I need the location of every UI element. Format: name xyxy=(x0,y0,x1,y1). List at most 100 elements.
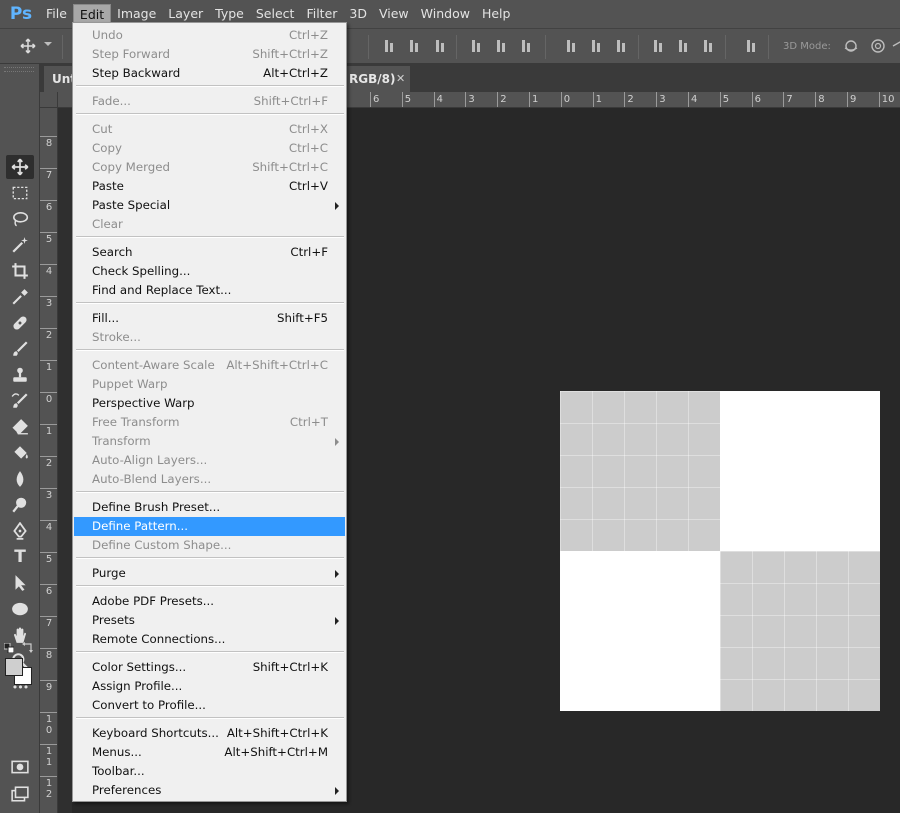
menu-item-step-backward[interactable]: Step Backward Alt+Ctrl+Z xyxy=(74,64,345,83)
align-left-icon[interactable] xyxy=(470,40,484,54)
menu-item-remote-connections[interactable]: Remote Connections... xyxy=(74,630,345,649)
menu-item-perspective-warp[interactable]: Perspective Warp xyxy=(74,394,345,413)
crop-tool-icon[interactable] xyxy=(6,259,34,283)
align-middle-icon[interactable] xyxy=(408,40,422,54)
menu-help[interactable]: Help xyxy=(476,4,517,24)
distribute-middle-icon[interactable] xyxy=(590,40,604,54)
ruler-tick-label: 6 xyxy=(370,92,379,107)
swap-colors-icon[interactable] xyxy=(22,641,34,653)
menu-window[interactable]: Window xyxy=(415,4,476,24)
menu-item-presets[interactable]: Presets xyxy=(74,611,345,630)
menu-item-adobe-pdf-presets[interactable]: Adobe PDF Presets... xyxy=(74,592,345,611)
menu-item-assign-profile[interactable]: Assign Profile... xyxy=(74,677,345,696)
menu-item-paste[interactable]: Paste Ctrl+V xyxy=(74,177,345,196)
chevron-down-icon[interactable] xyxy=(44,42,52,46)
clone-stamp-tool-icon[interactable] xyxy=(6,363,34,387)
distribute-left-icon[interactable] xyxy=(652,40,666,54)
align-center-icon[interactable] xyxy=(495,40,509,54)
align-right-icon[interactable] xyxy=(520,40,534,54)
ruler-tick-label: 0 xyxy=(560,92,570,107)
menu-item-check-spelling[interactable]: Check Spelling... xyxy=(74,262,345,281)
ruler-tick-label: 4 xyxy=(688,92,697,107)
marquee-tool-icon[interactable] xyxy=(6,181,34,205)
distribute-bottom-icon[interactable] xyxy=(615,40,629,54)
eraser-tool-icon[interactable] xyxy=(6,415,34,439)
3d-orbit-icon[interactable] xyxy=(843,38,859,54)
menu-item-menus[interactable]: Menus... Alt+Shift+Ctrl+M xyxy=(74,743,345,762)
align-top-icon[interactable] xyxy=(383,40,397,54)
menu-type[interactable]: Type xyxy=(209,4,250,24)
menu-item-find-and-replace-text[interactable]: Find and Replace Text... xyxy=(74,281,345,300)
distribute-right-icon[interactable] xyxy=(702,40,716,54)
ruler-tick-label: 10 xyxy=(878,92,895,107)
menu-image[interactable]: Image xyxy=(111,4,162,24)
menu-item-preferences[interactable]: Preferences xyxy=(74,781,345,800)
menu-item-purge[interactable]: Purge xyxy=(74,564,345,583)
ruler-tick-label: 7 xyxy=(783,92,793,107)
screen-mode-icon[interactable] xyxy=(6,782,34,806)
pen-tool-icon[interactable] xyxy=(6,519,34,543)
history-brush-tool-icon[interactable] xyxy=(6,389,34,413)
document-canvas[interactable] xyxy=(560,391,880,711)
ruler-origin[interactable] xyxy=(40,92,58,108)
menu-separator xyxy=(76,585,344,587)
menu-separator xyxy=(76,85,344,87)
menu-item-search[interactable]: Search Ctrl+F xyxy=(74,243,345,262)
dodge-tool-icon[interactable] xyxy=(6,493,34,517)
menu-item-shortcut: Shift+F5 xyxy=(277,311,328,325)
move-tool-icon[interactable] xyxy=(6,155,34,179)
menu-view[interactable]: View xyxy=(373,4,415,24)
eyedropper-tool-icon[interactable] xyxy=(6,285,34,309)
tools-panel: T ••• xyxy=(0,64,40,813)
menu-item-label: Preferences xyxy=(92,783,162,797)
options-separator xyxy=(638,35,639,59)
menu-item-label: Menus... xyxy=(92,745,142,759)
lasso-tool-icon[interactable] xyxy=(6,207,34,231)
menu-item-convert-to-profile[interactable]: Convert to Profile... xyxy=(74,696,345,715)
brush-tool-icon[interactable] xyxy=(6,337,34,361)
close-icon[interactable]: ✕ xyxy=(396,66,405,92)
menu-item-label: Step Forward xyxy=(92,47,171,61)
path-selection-tool-icon[interactable] xyxy=(6,571,34,595)
quick-mask-icon[interactable] xyxy=(6,755,34,779)
distribute-center-icon[interactable] xyxy=(677,40,691,54)
menu-select[interactable]: Select xyxy=(250,4,301,24)
options-separator xyxy=(545,35,546,59)
menu-item-define-pattern[interactable]: Define Pattern... xyxy=(74,517,345,536)
ruler-tick-label: 1 1 xyxy=(40,744,57,768)
3d-pan-icon[interactable] xyxy=(892,38,900,54)
menu-item-copy: Copy Ctrl+C xyxy=(74,139,345,158)
menu-item-shortcut: Shift+Ctrl+F xyxy=(253,94,328,108)
default-colors-icon[interactable] xyxy=(3,642,15,654)
menu-item-paste-special[interactable]: Paste Special xyxy=(74,196,345,215)
menu-item-color-settings[interactable]: Color Settings... Shift+Ctrl+K xyxy=(74,658,345,677)
vertical-ruler[interactable]: 8765432101234567891 01 11 2 xyxy=(40,108,58,813)
blur-tool-icon[interactable] xyxy=(6,467,34,491)
menu-edit[interactable]: Edit xyxy=(72,4,112,24)
menu-3d[interactable]: 3D xyxy=(343,4,373,24)
menu-item-shortcut: Alt+Shift+Ctrl+C xyxy=(226,358,328,372)
menu-item-keyboard-shortcuts[interactable]: Keyboard Shortcuts... Alt+Shift+Ctrl+K xyxy=(74,724,345,743)
menu-item-define-brush-preset[interactable]: Define Brush Preset... xyxy=(74,498,345,517)
healing-brush-tool-icon[interactable] xyxy=(6,311,34,335)
menu-file[interactable]: File xyxy=(40,4,73,24)
options-separator xyxy=(62,35,63,59)
menu-separator xyxy=(76,113,344,115)
auto-align-icon[interactable] xyxy=(745,40,759,54)
foreground-color-swatch[interactable] xyxy=(5,658,23,676)
3d-roll-icon[interactable] xyxy=(870,38,886,54)
paint-bucket-tool-icon[interactable] xyxy=(6,441,34,465)
magic-wand-tool-icon[interactable] xyxy=(6,233,34,257)
menu-item-toolbar[interactable]: Toolbar... xyxy=(74,762,345,781)
menu-layer[interactable]: Layer xyxy=(162,4,209,24)
align-bottom-icon[interactable] xyxy=(434,40,448,54)
distribute-top-icon[interactable] xyxy=(565,40,579,54)
move-icon[interactable] xyxy=(20,38,36,54)
menu-filter[interactable]: Filter xyxy=(300,4,343,24)
menu-item-fill[interactable]: Fill... Shift+F5 xyxy=(74,309,345,328)
ellipse-tool-icon[interactable] xyxy=(6,597,34,621)
toolbar-grip[interactable] xyxy=(4,67,34,72)
type-tool-icon[interactable]: T xyxy=(6,545,34,569)
menu-item-content-aware-scale: Content-Aware Scale Alt+Shift+Ctrl+C xyxy=(74,356,345,375)
menu-item-define-custom-shape: Define Custom Shape... xyxy=(74,536,345,555)
